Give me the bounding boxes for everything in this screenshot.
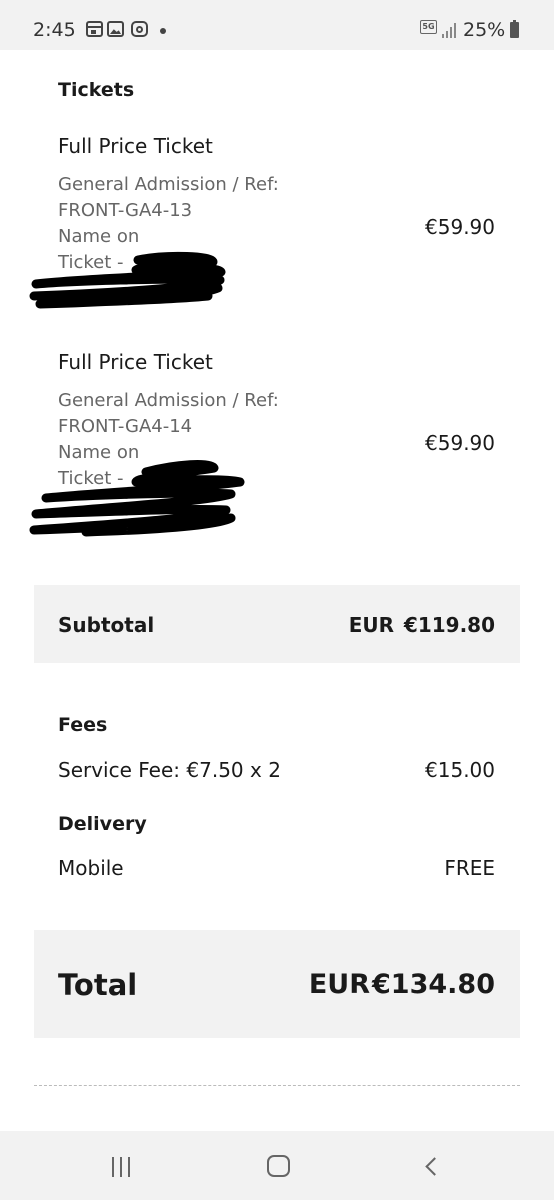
fees-heading: Fees <box>58 714 108 736</box>
signal-icon <box>442 22 458 38</box>
system-nav-bar <box>0 1131 554 1200</box>
status-time: 2:45 <box>33 19 76 41</box>
back-icon[interactable] <box>425 1157 444 1176</box>
more-notifications-dot-icon <box>160 28 166 34</box>
total-amount: €134.80 <box>372 969 495 1000</box>
delivery-value: FREE <box>444 856 495 880</box>
subtotal-label: Subtotal <box>58 613 155 637</box>
ticket-price: €59.90 <box>425 215 495 239</box>
service-fee-value: €15.00 <box>425 758 495 782</box>
battery-percent: 25% <box>463 19 506 41</box>
recents-icon[interactable] <box>112 1157 136 1177</box>
order-summary: Tickets Full Price Ticket General Admiss… <box>0 50 554 1130</box>
redaction-scribble <box>29 460 245 537</box>
status-bar: 2:45 5G 25% <box>0 0 554 50</box>
ticket-title: Full Price Ticket <box>58 350 213 374</box>
delivery-method-label: Mobile <box>58 856 124 880</box>
ticket-price: €59.90 <box>425 431 495 455</box>
subtotal-row: Subtotal EUR €119.80 <box>34 585 520 663</box>
total-row: Total EUR €134.80 <box>34 930 520 1038</box>
tickets-heading: Tickets <box>58 79 135 101</box>
redaction-scribble <box>29 251 226 309</box>
home-icon[interactable] <box>267 1155 290 1177</box>
network-5g-icon: 5G <box>420 20 437 34</box>
divider <box>34 1085 520 1086</box>
gallery-notification-icon <box>107 21 124 37</box>
service-fee-label: Service Fee: €7.50 x 2 <box>58 758 281 782</box>
instagram-notification-icon <box>131 21 148 37</box>
subtotal-amount: €119.80 <box>403 613 495 637</box>
delivery-heading: Delivery <box>58 813 147 835</box>
calendar-notification-icon <box>86 21 103 37</box>
total-label: Total <box>58 968 138 1002</box>
battery-icon <box>510 20 519 38</box>
ticket-title: Full Price Ticket <box>58 134 213 158</box>
subtotal-currency: EUR <box>348 613 394 637</box>
total-currency: EUR <box>308 969 370 1000</box>
